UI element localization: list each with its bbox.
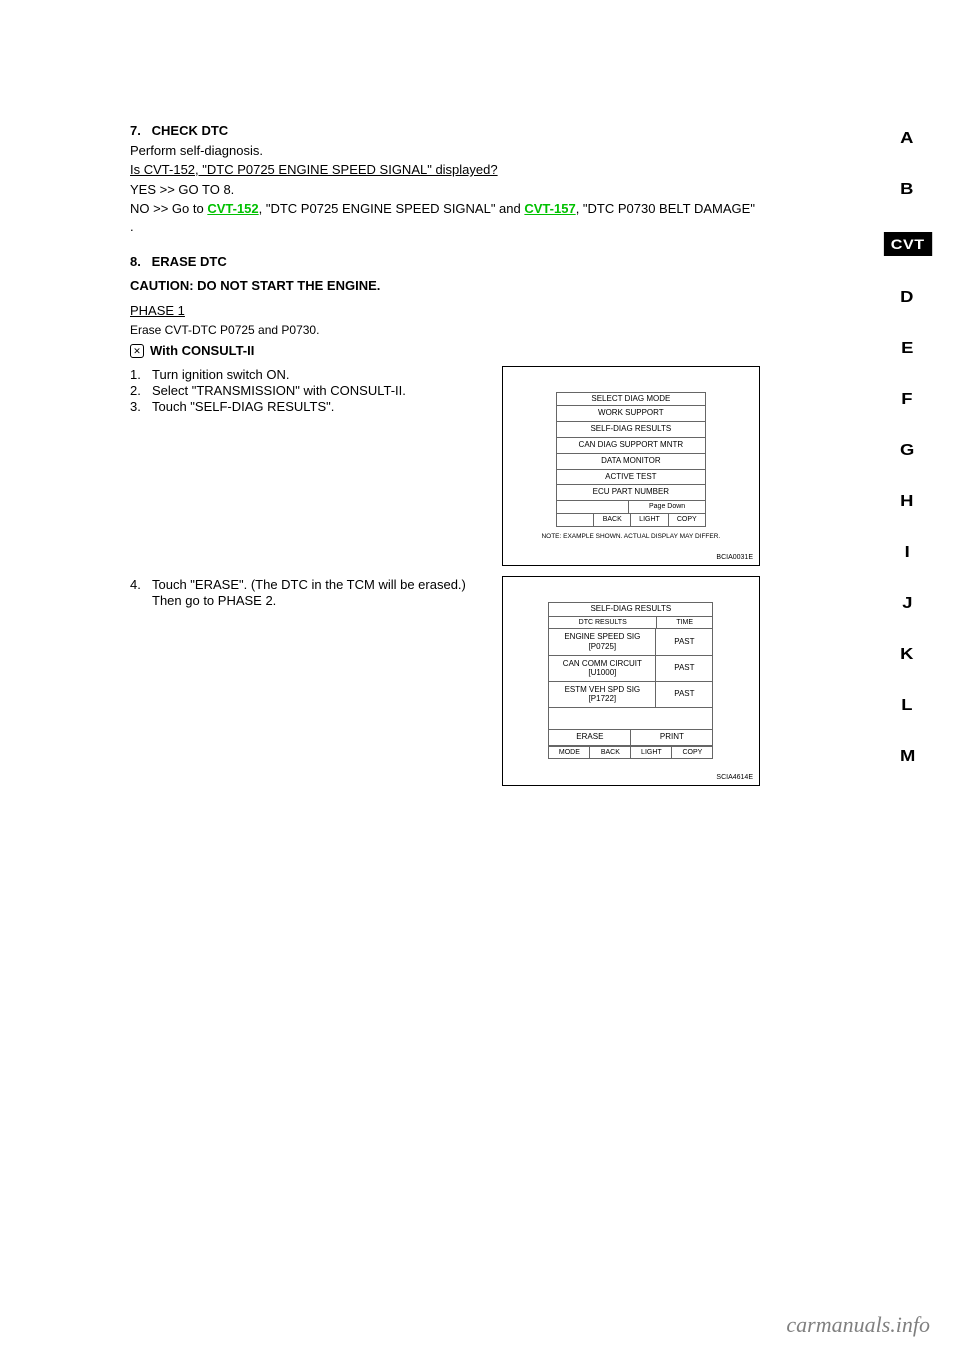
step-line: 3.Touch "SELF-DIAG RESULTS". [130, 399, 502, 414]
step-7-title: CHECK DTC [152, 123, 229, 138]
step-line: 2.Select "TRANSMISSION" with CONSULT-II. [130, 383, 502, 398]
page-down-btn[interactable]: Page Down [628, 501, 705, 513]
screen-btn[interactable]: LIGHT [631, 747, 672, 759]
step-8-title: ERASE DTC [152, 254, 227, 269]
step-7-block: 7. CHECK DTC Perform self-diagnosis. Is … [130, 122, 760, 360]
nav-tab-h[interactable]: H [901, 493, 915, 511]
diag-mode-title: SELECT DIAG MODE [557, 393, 705, 407]
main-content: 7. CHECK DTC Perform self-diagnosis. Is … [130, 122, 760, 786]
step-line: 4.Touch "ERASE". (The DTC in the TCM wil… [130, 577, 502, 592]
nav-tab-b[interactable]: B [901, 181, 915, 199]
diag-mode-item[interactable]: DATA MONITOR [557, 454, 705, 470]
step-8-header: 8. ERASE DTC [130, 253, 760, 271]
step-7-num: 7. [130, 122, 148, 140]
erase-btn[interactable]: ERASE [549, 730, 631, 745]
nav-tab-g[interactable]: G [900, 442, 915, 460]
nav-tab-l[interactable]: L [902, 697, 914, 715]
figure-b: SELF-DIAG RESULTS DTC RESULTS TIME ENGIN… [502, 576, 760, 786]
screen-btn[interactable]: LIGHT [631, 514, 668, 526]
dtc-row: CAN COMM CIRCUIT[U1000]PAST [549, 656, 712, 682]
figure-block-b: 4.Touch "ERASE". (The DTC in the TCM wil… [130, 576, 760, 786]
nav-tab-f[interactable]: F [902, 391, 914, 409]
diag-mode-item[interactable]: CAN DIAG SUPPORT MNTR [557, 438, 705, 454]
nav-tab-j[interactable]: J [902, 595, 913, 613]
phase1-steps-b: 4.Touch "ERASE". (The DTC in the TCM wil… [130, 576, 502, 786]
nav-tab-d[interactable]: D [901, 289, 915, 307]
col-time: TIME [656, 617, 712, 629]
figure-block-a: 1.Turn ignition switch ON.2.Select "TRAN… [130, 366, 760, 566]
consult-icon: ✕ [130, 344, 144, 358]
link-cvt-157[interactable]: CVT-157 [524, 201, 575, 216]
screen-btn [557, 514, 594, 526]
print-btn[interactable]: PRINT [631, 730, 712, 745]
phase1-header: PHASE 1 [130, 302, 760, 320]
diag-mode-item[interactable]: WORK SUPPORT [557, 406, 705, 422]
screen-btn[interactable]: COPY [672, 747, 712, 759]
screen-btn[interactable]: BACK [590, 747, 631, 759]
nav-tab-cvt[interactable]: CVT [884, 232, 932, 256]
fig-b-id: SCIA4614E [716, 774, 753, 781]
col-dtc: DTC RESULTS [549, 617, 656, 629]
fig-a-id: BCIA0031E [716, 554, 753, 561]
nav-tab-m[interactable]: M [900, 748, 916, 766]
diag-mode-screen: SELECT DIAG MODE WORK SUPPORTSELF-DIAG R… [556, 392, 706, 527]
step-7-header: 7. CHECK DTC [130, 122, 760, 140]
screen-btn[interactable]: MODE [549, 747, 590, 759]
step-7-no: NO >> Go to CVT-152, "DTC P0725 ENGINE S… [130, 200, 760, 235]
step-7-question: Is CVT-152, "DTC P0725 ENGINE SPEED SIGN… [130, 161, 760, 179]
nav-tab-i[interactable]: I [905, 544, 911, 562]
diag-mode-item[interactable]: ECU PART NUMBER [557, 485, 705, 500]
dtc-row: ESTM VEH SPD SIG[P1722]PAST [549, 682, 712, 708]
side-nav: A B CVT D E F G H I J K L M [885, 130, 930, 766]
step-7-yes: YES >> GO TO 8. [130, 181, 760, 199]
self-diag-screen: SELF-DIAG RESULTS DTC RESULTS TIME ENGIN… [548, 602, 713, 760]
dtc-row: ENGINE SPEED SIG[P0725]PAST [549, 629, 712, 655]
phase1-steps-a: 1.Turn ignition switch ON.2.Select "TRAN… [130, 366, 502, 566]
nav-tab-k[interactable]: K [901, 646, 915, 664]
nav-tab-e[interactable]: E [901, 340, 914, 358]
caution-line: CAUTION: DO NOT START THE ENGINE. [130, 277, 760, 295]
link-cvt-152[interactable]: CVT-152 [207, 201, 258, 216]
screen-btn[interactable]: BACK [594, 514, 631, 526]
nav-tab-a[interactable]: A [901, 130, 915, 148]
goto-line: Then go to PHASE 2. [130, 593, 502, 608]
fig-a-note: NOTE: EXAMPLE SHOWN. ACTUAL DISPLAY MAY … [541, 533, 720, 540]
watermark: carmanuals.info [786, 1312, 930, 1338]
with-consult: ✕ With CONSULT-II [130, 342, 760, 360]
phase1-sub: Erase CVT-DTC P0725 and P0730. [130, 322, 760, 338]
figure-a: SELECT DIAG MODE WORK SUPPORTSELF-DIAG R… [502, 366, 760, 566]
self-diag-title: SELF-DIAG RESULTS [549, 603, 712, 617]
diag-mode-item[interactable]: SELF-DIAG RESULTS [557, 422, 705, 438]
step-7-body: Perform self-diagnosis. [130, 142, 760, 160]
step-line: 1.Turn ignition switch ON. [130, 367, 502, 382]
diag-mode-item[interactable]: ACTIVE TEST [557, 470, 705, 486]
screen-btn[interactable]: COPY [669, 514, 705, 526]
step-8-num: 8. [130, 253, 148, 271]
